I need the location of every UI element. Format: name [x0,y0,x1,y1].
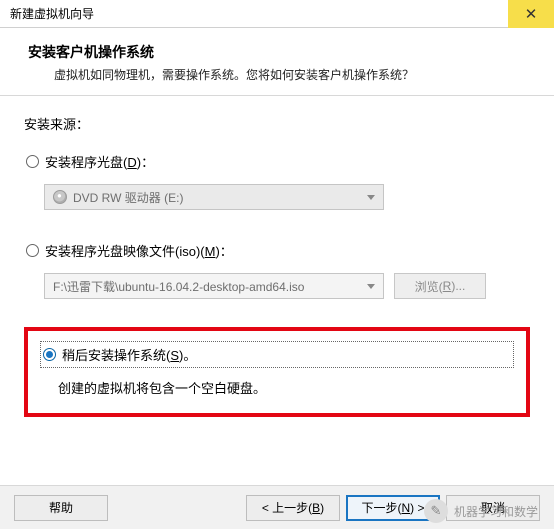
cancel-button[interactable]: 取消 [446,495,540,521]
radio-icon [26,155,39,168]
option-installer-disc: 安装程序光盘(D)： DVD RW 驱动器 (E:) [24,149,530,210]
iso-path-combo[interactable]: F:\迅雷下载\ubuntu-16.04.2-desktop-amd64.iso [44,273,384,299]
option-iso-file: 安装程序光盘映像文件(iso)(M)： F:\迅雷下载\ubuntu-16.04… [24,238,530,299]
close-icon: ✕ [525,5,538,23]
title-bar: 新建虚拟机向导 ✕ [0,0,554,28]
radio-iso-file[interactable]: 安装程序光盘映像文件(iso)(M)： [24,238,530,263]
page-title: 安装客户机操作系统 [28,42,526,62]
wizard-header: 安装客户机操作系统 虚拟机如同物理机，需要操作系统。您将如何安装客户机操作系统？ [0,28,554,96]
next-button[interactable]: 下一步(N) > [346,495,440,521]
radio-label: 安装程序光盘(D)： [45,152,154,171]
radio-label: 安装程序光盘映像文件(iso)(M)： [45,241,233,260]
wizard-footer: 帮助 < 上一步(B) 下一步(N) > 取消 [0,485,554,529]
iso-path-text: F:\迅雷下载\ubuntu-16.04.2-desktop-amd64.iso [53,278,304,295]
back-button[interactable]: < 上一步(B) [246,495,340,521]
browse-button[interactable]: 浏览(R)... [394,273,486,299]
disc-drive-combo[interactable]: DVD RW 驱动器 (E:) [44,184,530,210]
page-description: 虚拟机如同物理机，需要操作系统。您将如何安装客户机操作系统？ [28,66,526,83]
wizard-content: 安装来源： 安装程序光盘(D)： DVD RW 驱动器 (E:) 安装程序光盘映… [0,96,554,429]
radio-icon [26,244,39,257]
window-title: 新建虚拟机向导 [10,5,94,22]
disc-drive-text: DVD RW 驱动器 (E:) [73,189,183,206]
help-button[interactable]: 帮助 [14,495,108,521]
radio-install-later[interactable]: 稍后安装操作系统(S)。 [40,341,514,368]
close-button[interactable]: ✕ [508,0,554,28]
chevron-down-icon [367,195,375,200]
chevron-down-icon [367,284,375,289]
install-source-label: 安装来源： [24,114,530,133]
radio-label: 稍后安装操作系统(S)。 [62,345,196,364]
iso-path-row: F:\迅雷下载\ubuntu-16.04.2-desktop-amd64.iso… [44,273,530,299]
highlight-box: 稍后安装操作系统(S)。 创建的虚拟机将包含一个空白硬盘。 [24,327,530,417]
disc-icon [53,190,67,204]
radio-icon [43,348,56,361]
radio-installer-disc[interactable]: 安装程序光盘(D)： [24,149,530,174]
install-later-desc: 创建的虚拟机将包含一个空白硬盘。 [40,378,514,397]
